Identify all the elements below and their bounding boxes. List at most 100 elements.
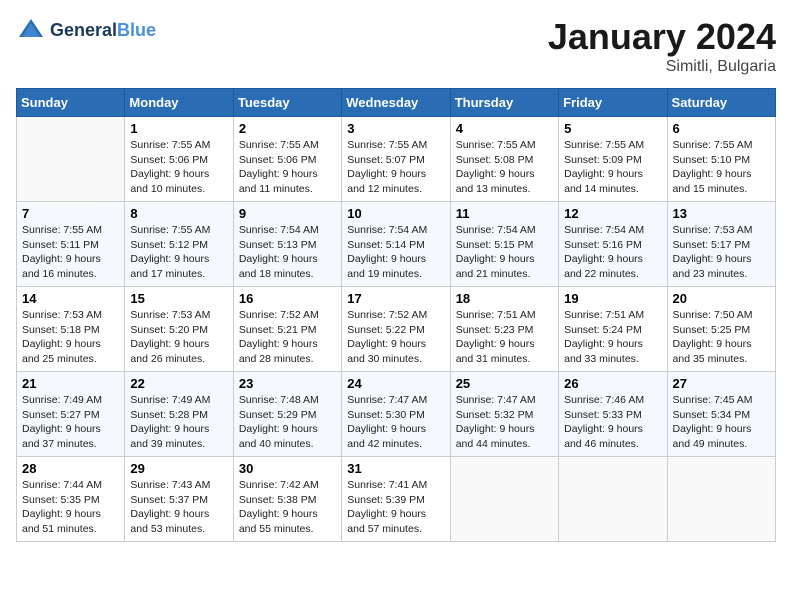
calendar-cell: 9 Sunrise: 7:54 AMSunset: 5:13 PMDaylight… [233,202,341,287]
day-number: 10 [347,206,444,221]
calendar-day-header: Sunday [17,89,125,117]
calendar-cell: 20Sunrise: 7:50 AMSunset: 5:25 PMDayligh… [667,287,775,372]
day-number: 13 [673,206,770,221]
calendar-day-header: Friday [559,89,667,117]
day-info: Sunrise: 7:51 AMSunset: 5:23 PMDaylight:… [456,308,553,367]
day-number: 7 [22,206,119,221]
calendar-cell: 25 Sunrise: 7:47 AMSunset: 5:32 PMDayligh… [450,372,558,457]
calendar-cell: 29 Sunrise: 7:43 AMSunset: 5:37 PMDayligh… [125,457,233,542]
calendar-cell: 4Sunrise: 7:55 AMSunset: 5:08 PMDaylight… [450,117,558,202]
calendar-week-row: 28 Sunrise: 7:44 AMSunset: 5:35 PMDayligh… [17,457,776,542]
day-number: 15 [130,291,227,306]
day-info: Sunrise: 7:54 AMSunset: 5:14 PMDaylight:… [347,223,444,282]
calendar-header-row: SundayMondayTuesdayWednesdayThursdayFrid… [17,89,776,117]
calendar-cell [667,457,775,542]
day-info: Sunrise: 7:55 AMSunset: 5:10 PMDaylight:… [673,138,770,197]
day-info: Sunrise: 7:55 AMSunset: 5:12 PMDaylight:… [130,223,227,282]
day-number: 22 [130,376,227,391]
calendar-cell: 11 Sunrise: 7:54 AMSunset: 5:15 PMDayligh… [450,202,558,287]
day-info: Sunrise: 7:47 AMSunset: 5:32 PMDaylight:… [456,393,553,452]
day-info: Sunrise: 7:55 AMSunset: 5:08 PMDaylight:… [456,138,553,197]
page-title: January 2024 [548,16,776,58]
day-info: Sunrise: 7:54 AMSunset: 5:15 PMDaylight:… [456,223,553,282]
calendar-day-header: Monday [125,89,233,117]
day-info: Sunrise: 7:44 AMSunset: 5:35 PMDaylight:… [22,478,119,537]
day-number: 1 [130,121,227,136]
day-info: Sunrise: 7:46 AMSunset: 5:33 PMDaylight:… [564,393,661,452]
day-number: 12 [564,206,661,221]
day-number: 9 [239,206,336,221]
day-number: 27 [673,376,770,391]
calendar-cell: 7 Sunrise: 7:55 AMSunset: 5:11 PMDaylight… [17,202,125,287]
calendar-day-header: Thursday [450,89,558,117]
day-number: 17 [347,291,444,306]
day-number: 14 [22,291,119,306]
calendar-table: SundayMondayTuesdayWednesdayThursdayFrid… [16,88,776,542]
day-number: 11 [456,206,553,221]
title-area: January 2024 Simitli, Bulgaria [548,16,776,76]
day-info: Sunrise: 7:53 AMSunset: 5:17 PMDaylight:… [673,223,770,282]
day-number: 29 [130,461,227,476]
calendar-cell: 14 Sunrise: 7:53 AMSunset: 5:18 PMDayligh… [17,287,125,372]
day-info: Sunrise: 7:52 AMSunset: 5:21 PMDaylight:… [239,308,336,367]
calendar-cell: 27Sunrise: 7:45 AMSunset: 5:34 PMDayligh… [667,372,775,457]
day-info: Sunrise: 7:55 AMSunset: 5:11 PMDaylight:… [22,223,119,282]
calendar-cell: 6Sunrise: 7:55 AMSunset: 5:10 PMDaylight… [667,117,775,202]
day-info: Sunrise: 7:55 AMSunset: 5:06 PMDaylight:… [130,138,227,197]
calendar-cell: 8Sunrise: 7:55 AMSunset: 5:12 PMDaylight… [125,202,233,287]
day-number: 5 [564,121,661,136]
day-number: 23 [239,376,336,391]
calendar-cell: 28 Sunrise: 7:44 AMSunset: 5:35 PMDayligh… [17,457,125,542]
page-subtitle: Simitli, Bulgaria [548,58,776,76]
calendar-cell: 16 Sunrise: 7:52 AMSunset: 5:21 PMDayligh… [233,287,341,372]
logo-text: GeneralBlue [50,21,156,41]
day-info: Sunrise: 7:53 AMSunset: 5:20 PMDaylight:… [130,308,227,367]
calendar-cell: 5Sunrise: 7:55 AMSunset: 5:09 PMDaylight… [559,117,667,202]
day-info: Sunrise: 7:48 AMSunset: 5:29 PMDaylight:… [239,393,336,452]
day-info: Sunrise: 7:54 AMSunset: 5:13 PMDaylight:… [239,223,336,282]
day-info: Sunrise: 7:54 AMSunset: 5:16 PMDaylight:… [564,223,661,282]
day-info: Sunrise: 7:49 AMSunset: 5:27 PMDaylight:… [22,393,119,452]
calendar-week-row: 21Sunrise: 7:49 AMSunset: 5:27 PMDayligh… [17,372,776,457]
calendar-cell: 1 Sunrise: 7:55 AMSunset: 5:06 PMDaylight… [125,117,233,202]
day-number: 16 [239,291,336,306]
day-number: 30 [239,461,336,476]
day-info: Sunrise: 7:41 AMSunset: 5:39 PMDaylight:… [347,478,444,537]
calendar-cell [559,457,667,542]
calendar-cell [17,117,125,202]
day-info: Sunrise: 7:42 AMSunset: 5:38 PMDaylight:… [239,478,336,537]
day-info: Sunrise: 7:55 AMSunset: 5:06 PMDaylight:… [239,138,336,197]
calendar-cell: 12 Sunrise: 7:54 AMSunset: 5:16 PMDayligh… [559,202,667,287]
day-info: Sunrise: 7:55 AMSunset: 5:07 PMDaylight:… [347,138,444,197]
calendar-cell: 15 Sunrise: 7:53 AMSunset: 5:20 PMDayligh… [125,287,233,372]
day-number: 25 [456,376,553,391]
calendar-week-row: 7 Sunrise: 7:55 AMSunset: 5:11 PMDaylight… [17,202,776,287]
day-info: Sunrise: 7:53 AMSunset: 5:18 PMDaylight:… [22,308,119,367]
calendar-cell: 3 Sunrise: 7:55 AMSunset: 5:07 PMDaylight… [342,117,450,202]
calendar-cell: 31 Sunrise: 7:41 AMSunset: 5:39 PMDayligh… [342,457,450,542]
calendar-week-row: 14 Sunrise: 7:53 AMSunset: 5:18 PMDayligh… [17,287,776,372]
calendar-day-header: Tuesday [233,89,341,117]
calendar-cell: 18 Sunrise: 7:51 AMSunset: 5:23 PMDayligh… [450,287,558,372]
calendar-cell: 30 Sunrise: 7:42 AMSunset: 5:38 PMDayligh… [233,457,341,542]
calendar-cell: 19Sunrise: 7:51 AMSunset: 5:24 PMDayligh… [559,287,667,372]
day-number: 19 [564,291,661,306]
calendar-cell: 24 Sunrise: 7:47 AMSunset: 5:30 PMDayligh… [342,372,450,457]
day-info: Sunrise: 7:47 AMSunset: 5:30 PMDaylight:… [347,393,444,452]
day-info: Sunrise: 7:43 AMSunset: 5:37 PMDaylight:… [130,478,227,537]
day-number: 28 [22,461,119,476]
day-number: 24 [347,376,444,391]
calendar-cell: 17Sunrise: 7:52 AMSunset: 5:22 PMDayligh… [342,287,450,372]
day-number: 31 [347,461,444,476]
day-number: 3 [347,121,444,136]
calendar-cell: 10 Sunrise: 7:54 AMSunset: 5:14 PMDayligh… [342,202,450,287]
calendar-week-row: 1 Sunrise: 7:55 AMSunset: 5:06 PMDaylight… [17,117,776,202]
page-header: GeneralBlue January 2024 Simitli, Bulgar… [16,16,776,76]
logo: GeneralBlue [16,16,156,46]
calendar-cell: 13 Sunrise: 7:53 AMSunset: 5:17 PMDayligh… [667,202,775,287]
day-info: Sunrise: 7:49 AMSunset: 5:28 PMDaylight:… [130,393,227,452]
calendar-cell: 26Sunrise: 7:46 AMSunset: 5:33 PMDayligh… [559,372,667,457]
day-number: 18 [456,291,553,306]
calendar-cell [450,457,558,542]
logo-icon [16,16,46,46]
